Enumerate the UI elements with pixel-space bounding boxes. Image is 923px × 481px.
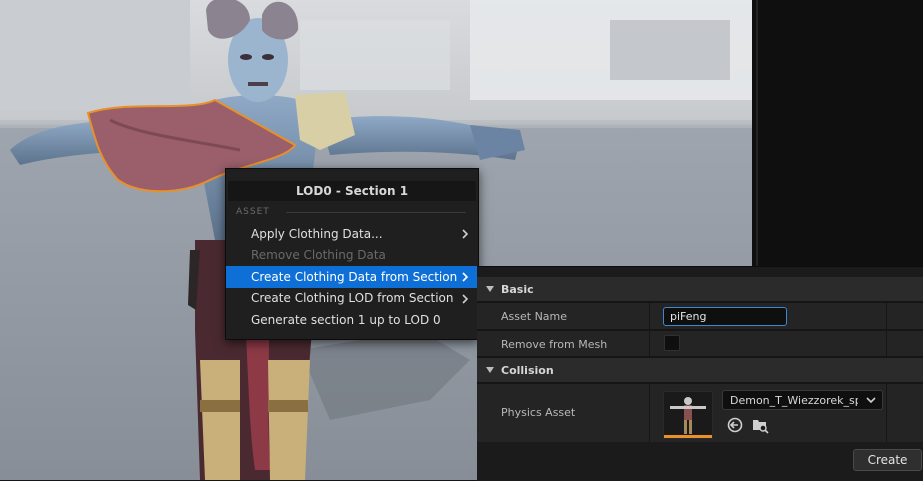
- category-title: Basic: [501, 282, 534, 296]
- menu-item-label: Create Clothing LOD from Section: [251, 291, 454, 306]
- category-basic[interactable]: Basic: [477, 277, 923, 301]
- column-divider[interactable]: [649, 384, 650, 442]
- chevron-right-icon: [462, 272, 469, 282]
- triangle-down-icon[interactable]: [485, 284, 495, 294]
- menu-title: LOD0 - Section 1: [228, 181, 476, 201]
- menu-item-label: Remove Clothing Data: [251, 248, 386, 263]
- property-label: Asset Name: [501, 310, 568, 323]
- column-divider[interactable]: [649, 303, 650, 356]
- panel-divider[interactable]: [756, 0, 758, 266]
- create-button[interactable]: Create: [853, 449, 922, 471]
- physics-asset-thumbnail[interactable]: [663, 391, 713, 439]
- property-label: Physics Asset: [501, 406, 576, 419]
- folder-search-icon[interactable]: [751, 416, 769, 434]
- remove-from-mesh-checkbox[interactable]: [664, 335, 680, 351]
- create-clothing-details-panel: Basic Asset Name Remove from Mesh Collis…: [477, 266, 923, 481]
- section-context-menu: LOD0 - Section 1 ASSET Apply Clothing Da…: [225, 168, 479, 340]
- viewport-side-strip: [752, 0, 923, 266]
- column-divider: [886, 384, 887, 442]
- menu-item-create-clothing-data[interactable]: Create Clothing Data from Section: [226, 266, 478, 288]
- menu-item-generate-section[interactable]: Generate section 1 up to LOD 0: [226, 309, 478, 331]
- category-title: Collision: [501, 363, 554, 377]
- property-label: Remove from Mesh: [501, 338, 608, 351]
- column-divider: [886, 303, 887, 356]
- asset-type-bar: [664, 435, 712, 438]
- physics-asset-preview: [664, 392, 712, 436]
- menu-item-label: Create Clothing Data from Section: [251, 269, 458, 284]
- chevron-right-icon: [462, 229, 469, 239]
- menu-section-label: ASSET: [236, 207, 270, 217]
- menu-item-label: Apply Clothing Data...: [251, 226, 383, 241]
- property-row-remove-from-mesh: Remove from Mesh: [477, 331, 923, 356]
- physics-asset-combo[interactable]: Demon_T_Wiezzorek_spli: [722, 390, 883, 410]
- menu-section-separator: [285, 211, 466, 213]
- chevron-right-icon: [462, 293, 469, 304]
- category-collision[interactable]: Collision: [477, 358, 923, 382]
- arrow-left-circle-icon[interactable]: [726, 416, 744, 434]
- chevron-down-icon: [866, 397, 876, 404]
- physics-asset-value: Demon_T_Wiezzorek_spli: [730, 393, 858, 407]
- menu-item-label: Generate section 1 up to LOD 0: [251, 312, 441, 327]
- menu-item-remove-clothing-data[interactable]: Remove Clothing Data: [226, 245, 478, 267]
- asset-name-input[interactable]: [663, 307, 787, 326]
- triangle-down-icon[interactable]: [485, 365, 495, 375]
- menu-item-apply-clothing-data[interactable]: Apply Clothing Data...: [226, 223, 478, 245]
- menu-item-create-clothing-lod[interactable]: Create Clothing LOD from Section: [226, 288, 478, 310]
- menu-section-asset: ASSET: [226, 201, 478, 223]
